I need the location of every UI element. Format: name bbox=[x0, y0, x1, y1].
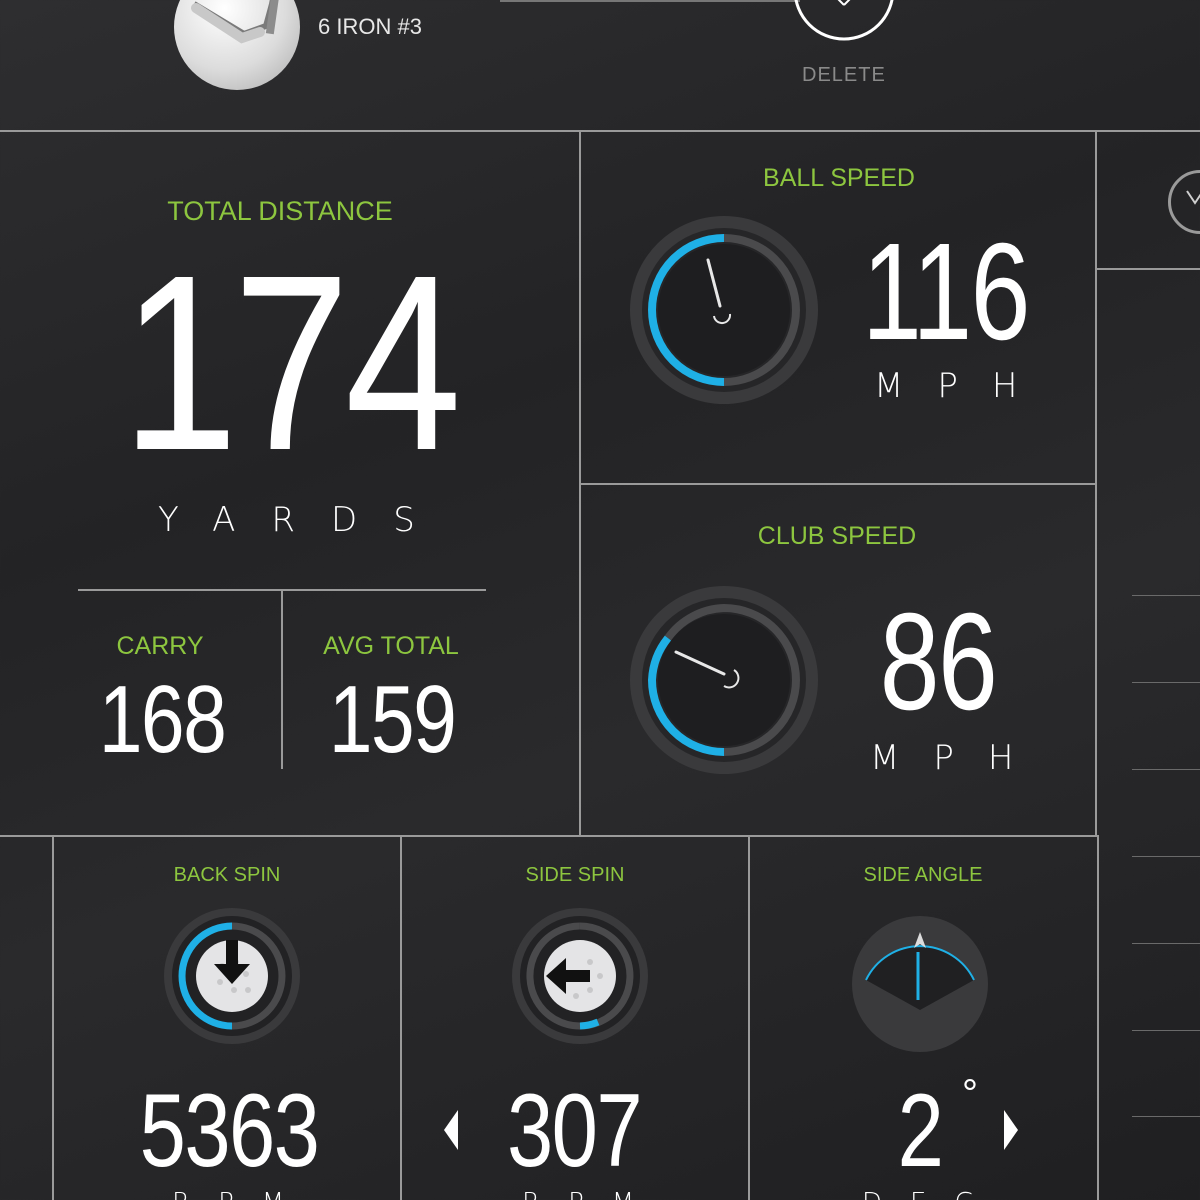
right-panel-top-divider bbox=[1097, 268, 1200, 270]
back-spin-gauge bbox=[162, 906, 302, 1046]
side-spin-unit: RPM bbox=[522, 1188, 662, 1200]
header-divider bbox=[500, 0, 800, 2]
club-speed-unit: MPH bbox=[870, 738, 1048, 778]
side-spin-gauge bbox=[510, 906, 650, 1046]
ball-speed-gauge bbox=[628, 214, 820, 406]
arrow-left-icon bbox=[444, 1110, 458, 1150]
total-distance-unit: YARDS bbox=[158, 500, 451, 540]
golf-ball-down-arrow-icon bbox=[164, 908, 300, 1044]
ball-speed-unit: MPH bbox=[874, 366, 1052, 406]
back-spin-value: 5363 bbox=[139, 1073, 320, 1189]
vertical-divider-bottom-1 bbox=[52, 835, 54, 1200]
arrow-right-icon bbox=[1004, 1110, 1018, 1150]
side-angle-gauge bbox=[850, 914, 990, 1054]
close-icon bbox=[794, 0, 894, 41]
right-list-line bbox=[1132, 856, 1200, 857]
carry-label: CARRY bbox=[116, 632, 204, 660]
side-angle-label: SIDE ANGLE bbox=[863, 864, 983, 886]
ball-speed-value: 116 bbox=[862, 215, 1030, 369]
chevron-down-icon bbox=[1186, 190, 1200, 205]
back-spin-label: BACK SPIN bbox=[173, 864, 281, 886]
total-distance-value: 174 bbox=[121, 223, 461, 502]
club-speed-value: 86 bbox=[879, 585, 998, 739]
speedometer-icon bbox=[630, 586, 818, 774]
delete-label[interactable]: DELETE bbox=[802, 64, 886, 87]
right-list-line bbox=[1132, 1116, 1200, 1117]
right-list-line bbox=[1132, 943, 1200, 944]
right-list-line bbox=[1132, 595, 1200, 596]
shot-toggle-button[interactable] bbox=[1168, 170, 1200, 234]
club-image[interactable] bbox=[174, 0, 300, 90]
iron-club-icon bbox=[191, 0, 283, 44]
vertical-divider-bottom-4 bbox=[1097, 835, 1099, 1200]
avg-total-label: AVG TOTAL bbox=[323, 632, 459, 660]
avg-total-value: 159 bbox=[328, 666, 457, 773]
vertical-divider-bottom-2 bbox=[400, 835, 402, 1200]
side-angle-unit: DEG bbox=[862, 1188, 1003, 1200]
side-spin-prev-arrow[interactable] bbox=[440, 1108, 462, 1152]
ball-speed-label: BALL SPEED bbox=[763, 164, 915, 192]
golf-ball-left-arrow-icon bbox=[512, 908, 648, 1044]
horizontal-divider-bottom bbox=[0, 835, 1097, 837]
speedometer-icon bbox=[630, 216, 818, 404]
club-name: 6 IRON #3 bbox=[318, 14, 422, 39]
horizontal-divider-speeds bbox=[579, 483, 1097, 485]
carry-value: 168 bbox=[98, 666, 227, 773]
side-angle-degree: ° bbox=[962, 1072, 978, 1116]
carry-avg-divider bbox=[281, 591, 283, 769]
right-list-line bbox=[1132, 769, 1200, 770]
club-speed-label: CLUB SPEED bbox=[757, 522, 917, 550]
header-bottom-divider bbox=[0, 130, 1200, 132]
direction-compass-icon bbox=[852, 916, 988, 1052]
club-speed-gauge bbox=[628, 584, 820, 776]
side-angle-next-arrow[interactable] bbox=[1000, 1108, 1022, 1152]
vertical-divider-bottom-3 bbox=[748, 835, 750, 1200]
side-angle-value: 2 bbox=[897, 1073, 944, 1189]
back-spin-unit: RPM bbox=[172, 1188, 312, 1200]
right-list-line bbox=[1132, 1030, 1200, 1031]
delete-button[interactable] bbox=[793, 0, 895, 42]
side-spin-label: SIDE SPIN bbox=[525, 864, 625, 886]
side-spin-value: 307 bbox=[506, 1073, 643, 1189]
right-list-line bbox=[1132, 682, 1200, 683]
